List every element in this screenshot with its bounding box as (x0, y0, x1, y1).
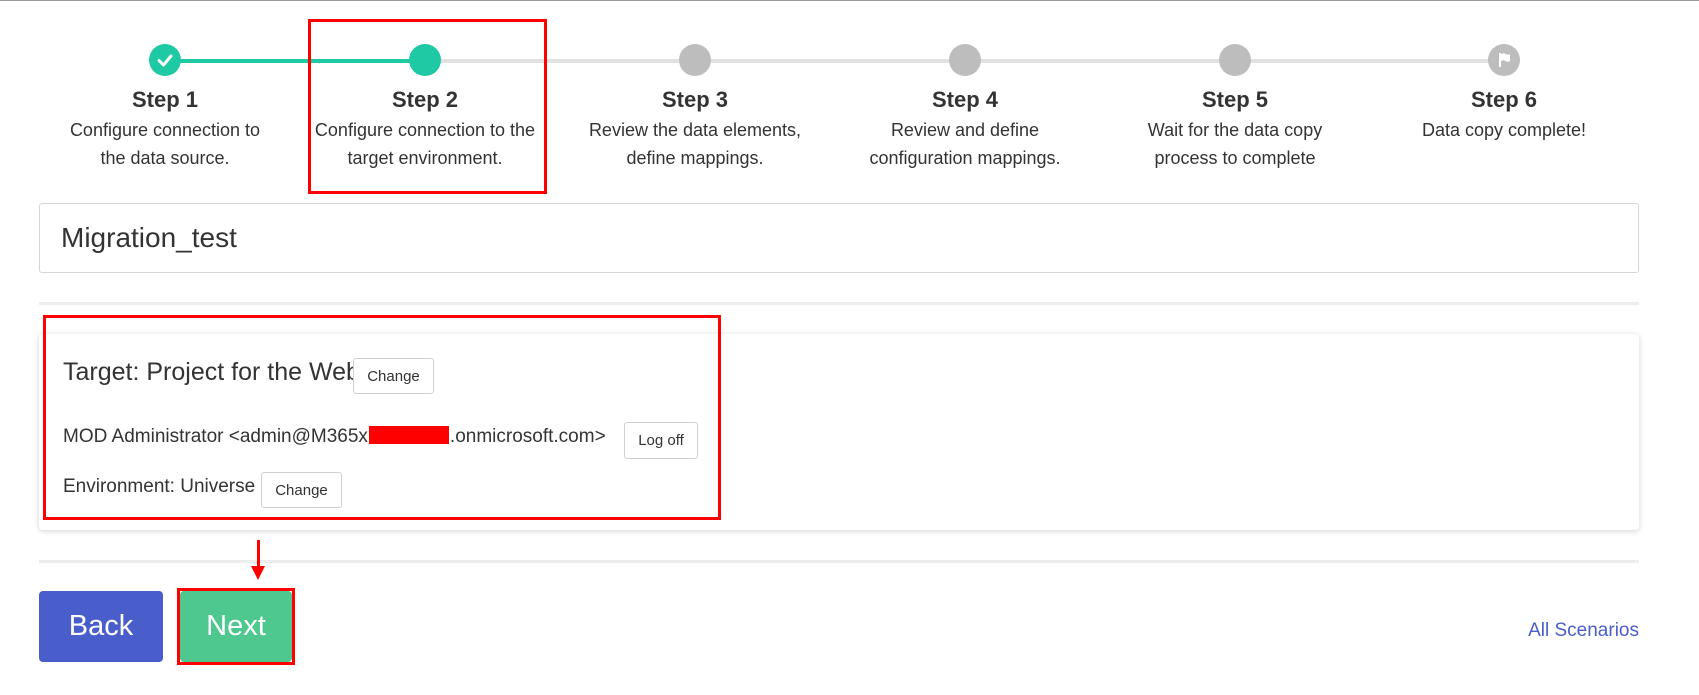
step-5-title: Step 5 (1201, 87, 1269, 112)
divider-bottom (39, 560, 1639, 563)
redaction-mark (368, 426, 449, 444)
wizard-stepper: Step 1 Configure connection to the data … (0, 0, 1699, 200)
change-target-button[interactable]: Change (353, 358, 434, 394)
step-5: Step 5 Wait for the data copy process to… (1110, 86, 1360, 172)
step-2-desc-line2: target environment. (347, 148, 503, 168)
step-4-title: Step 4 (931, 87, 999, 112)
step-3: Step 3 Review the data elements, define … (570, 86, 820, 172)
progress-track-done (166, 59, 426, 63)
step-6-title: Step 6 (1470, 87, 1538, 112)
check-icon (157, 54, 173, 67)
step-6-desc-line1: Data copy complete! (1421, 120, 1587, 140)
change-environment-button[interactable]: Change (261, 472, 342, 508)
step-5-desc-line1: Wait for the data copy (1147, 120, 1323, 140)
step-4-desc-line2: configuration mappings. (869, 148, 1061, 168)
step-2-indicator (409, 44, 441, 76)
flag-icon (1499, 53, 1510, 67)
step-3-desc-line2: define mappings. (626, 148, 764, 168)
step-1-title: Step 1 (131, 87, 199, 112)
step-6-indicator (1488, 44, 1520, 76)
step-2-desc-line1: Configure connection to the (314, 120, 536, 140)
step-5-description: Wait for the data copy process to comple… (1110, 116, 1360, 172)
step-2: Step 2 Configure connection to the targe… (300, 86, 550, 172)
scenario-name-box[interactable]: Migration_test (39, 203, 1639, 273)
step-4-indicator (949, 44, 981, 76)
scenario-name: Migration_test (61, 222, 237, 253)
user-suffix: .onmicrosoft.com> (449, 426, 606, 447)
step-4-desc-line1: Review and define (890, 120, 1040, 140)
step-3-desc-line1: Review the data elements, (588, 120, 802, 140)
step-1-indicator (149, 44, 181, 76)
step-3-title: Step 3 (661, 87, 729, 112)
step-4: Step 4 Review and define configuration m… (840, 86, 1090, 172)
step-6: Step 6 Data copy complete! (1379, 86, 1629, 144)
step-5-desc-line2: process to complete (1154, 148, 1316, 168)
step-2-description: Configure connection to the target envir… (300, 116, 550, 172)
step-3-indicator (679, 44, 711, 76)
target-card: Target: Project for the Web Change MOD A… (39, 334, 1639, 530)
step-2-title: Step 2 (391, 87, 459, 112)
user-prefix: MOD Administrator <admin@M365x (63, 426, 368, 447)
log-off-button[interactable]: Log off (624, 422, 698, 459)
target-label: Target: Project for the Web (63, 358, 360, 386)
step-3-description: Review the data elements, define mapping… (570, 116, 820, 172)
step-5-indicator (1219, 44, 1251, 76)
divider-top (39, 302, 1639, 305)
signed-in-user: MOD Administrator <admin@M365x .onmicroso… (63, 424, 606, 450)
step-1: Step 1 Configure connection to the data … (40, 86, 290, 172)
all-scenarios-link[interactable]: All Scenarios (1528, 620, 1639, 642)
step-6-description: Data copy complete! (1379, 116, 1629, 144)
next-button[interactable]: Next (180, 591, 292, 662)
environment-label: Environment: Universe (63, 476, 256, 497)
step-1-desc-line1: Configure connection to (69, 120, 261, 140)
step-1-desc-line2: the data source. (100, 148, 230, 168)
back-button[interactable]: Back (39, 591, 163, 662)
annotation-arrow-down-icon (251, 566, 265, 580)
step-1-description: Configure connection to the data source. (40, 116, 290, 172)
step-4-description: Review and define configuration mappings… (840, 116, 1090, 172)
